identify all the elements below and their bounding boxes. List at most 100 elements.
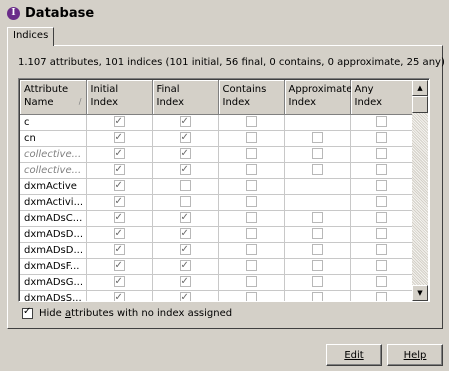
scrollbar-track[interactable] — [412, 96, 428, 285]
table-row[interactable]: dxmActive — [20, 178, 413, 195]
approximate-index-checkbox[interactable] — [311, 212, 323, 223]
initial-index-checkbox[interactable] — [113, 114, 125, 129]
approximate-index-checkbox[interactable] — [311, 276, 323, 287]
final-index-checkbox[interactable] — [179, 146, 191, 161]
attribute-name-cell[interactable]: dxmActivi... — [20, 194, 87, 211]
attribute-name-cell[interactable]: dxmADsG... — [20, 274, 87, 291]
initial-index-checkbox[interactable] — [113, 130, 125, 145]
final-index-checkbox[interactable] — [179, 290, 191, 301]
help-button[interactable]: Help — [387, 344, 443, 366]
contains-index-checkbox[interactable] — [245, 180, 257, 191]
final-index-checkbox[interactable] — [179, 258, 191, 273]
any-index-checkbox[interactable] — [376, 164, 387, 175]
approximate-index-cell — [284, 178, 351, 195]
contains-index-checkbox[interactable] — [245, 196, 257, 207]
column-header-final-index[interactable]: Final Index — [152, 80, 219, 115]
attribute-name-cell[interactable]: collective... — [20, 146, 87, 163]
attribute-name-cell[interactable]: dxmADsD... — [20, 242, 87, 259]
table-row[interactable]: dxmADsF... — [20, 258, 413, 275]
table-row[interactable]: dxmADsC... — [20, 210, 413, 227]
contains-index-checkbox[interactable] — [245, 132, 257, 143]
any-index-checkbox[interactable] — [376, 196, 387, 207]
initial-index-checkbox[interactable] — [113, 274, 125, 289]
any-index-checkbox[interactable] — [376, 180, 387, 191]
initial-index-checkbox[interactable] — [113, 178, 125, 193]
contains-index-checkbox[interactable] — [245, 244, 257, 255]
table-row[interactable]: dxmADsD... — [20, 242, 413, 259]
initial-index-checkbox[interactable] — [113, 162, 125, 177]
contains-index-checkbox[interactable] — [245, 260, 257, 271]
approximate-index-checkbox[interactable] — [311, 244, 323, 255]
column-header-attribute-name[interactable]: Attribute Name ∕ — [20, 80, 87, 115]
edit-button[interactable]: Edit — [326, 344, 382, 366]
approximate-index-checkbox[interactable] — [311, 260, 323, 271]
column-header-approximate-index[interactable]: Approximate Index — [284, 80, 352, 115]
final-index-checkbox[interactable] — [179, 180, 191, 191]
contains-index-checkbox[interactable] — [245, 292, 257, 301]
column-header-contains-index[interactable]: Contains Index — [218, 80, 285, 115]
any-index-checkbox[interactable] — [376, 244, 387, 255]
approximate-index-checkbox[interactable] — [311, 132, 323, 143]
table-row[interactable]: cn — [20, 130, 413, 147]
any-index-checkbox[interactable] — [376, 292, 387, 301]
attribute-name-cell[interactable]: collective... — [20, 162, 87, 179]
initial-index-cell — [86, 178, 153, 195]
final-index-checkbox[interactable] — [179, 196, 191, 207]
scroll-up-button[interactable]: ▲ — [412, 80, 428, 96]
any-index-checkbox[interactable] — [376, 132, 387, 143]
table-row[interactable]: collective... — [20, 162, 413, 179]
attribute-name-cell[interactable]: dxmADsD... — [20, 226, 87, 243]
any-index-checkbox[interactable] — [376, 212, 387, 223]
attribute-name-cell[interactable]: dxmADsC... — [20, 210, 87, 227]
final-index-checkbox[interactable] — [179, 274, 191, 289]
contains-index-checkbox[interactable] — [245, 228, 257, 239]
attribute-name-cell[interactable]: c — [20, 114, 87, 131]
final-index-cell — [152, 210, 219, 227]
table-row[interactable]: dxmADsG... — [20, 274, 413, 291]
initial-index-checkbox[interactable] — [113, 258, 125, 273]
approximate-index-checkbox[interactable] — [311, 148, 323, 159]
attribute-name-cell[interactable]: cn — [20, 130, 87, 147]
table-row[interactable]: dxmADsD... — [20, 226, 413, 243]
tab-indices[interactable]: Indices — [7, 27, 55, 46]
hide-unindexed-checkbox[interactable] — [22, 306, 33, 319]
any-index-checkbox[interactable] — [376, 148, 387, 159]
initial-index-checkbox[interactable] — [113, 226, 125, 241]
initial-index-checkbox[interactable] — [113, 194, 125, 209]
hide-unindexed-option[interactable]: Hide attributes with no index assigned — [22, 306, 232, 319]
approximate-index-checkbox[interactable] — [311, 164, 323, 175]
scrollbar-thumb[interactable] — [412, 96, 428, 113]
approximate-index-checkbox[interactable] — [311, 228, 323, 239]
contains-index-checkbox[interactable] — [245, 212, 257, 223]
approximate-index-checkbox[interactable] — [311, 292, 323, 301]
initial-index-checkbox[interactable] — [113, 242, 125, 257]
contains-index-checkbox[interactable] — [245, 164, 257, 175]
final-index-checkbox[interactable] — [179, 226, 191, 241]
contains-index-checkbox[interactable] — [245, 116, 257, 127]
any-index-checkbox[interactable] — [376, 260, 387, 271]
contains-index-checkbox[interactable] — [245, 148, 257, 159]
initial-index-checkbox[interactable] — [113, 146, 125, 161]
table-row[interactable]: collective... — [20, 146, 413, 163]
column-header-any-index[interactable]: Any Index — [350, 80, 413, 115]
contains-index-checkbox[interactable] — [245, 276, 257, 287]
initial-index-checkbox[interactable] — [113, 210, 125, 225]
final-index-checkbox[interactable] — [179, 114, 191, 129]
final-index-checkbox[interactable] — [179, 130, 191, 145]
column-header-initial-index[interactable]: Initial Index — [86, 80, 153, 115]
any-index-checkbox[interactable] — [376, 276, 387, 287]
attribute-name-cell[interactable]: dxmADsS... — [20, 290, 87, 301]
table-row[interactable]: c — [20, 114, 413, 131]
table-row[interactable]: dxmADsS... — [20, 290, 413, 301]
attribute-name-cell[interactable]: dxmADsF... — [20, 258, 87, 275]
final-index-checkbox[interactable] — [179, 162, 191, 177]
initial-index-checkbox[interactable] — [113, 290, 125, 301]
attribute-name-cell[interactable]: dxmActive — [20, 178, 87, 195]
vertical-scrollbar[interactable]: ▲ ▼ — [412, 80, 428, 301]
any-index-checkbox[interactable] — [376, 228, 387, 239]
final-index-checkbox[interactable] — [179, 242, 191, 257]
table-row[interactable]: dxmActivi... — [20, 194, 413, 211]
any-index-checkbox[interactable] — [376, 116, 387, 127]
scroll-down-button[interactable]: ▼ — [412, 285, 428, 301]
final-index-checkbox[interactable] — [179, 210, 191, 225]
